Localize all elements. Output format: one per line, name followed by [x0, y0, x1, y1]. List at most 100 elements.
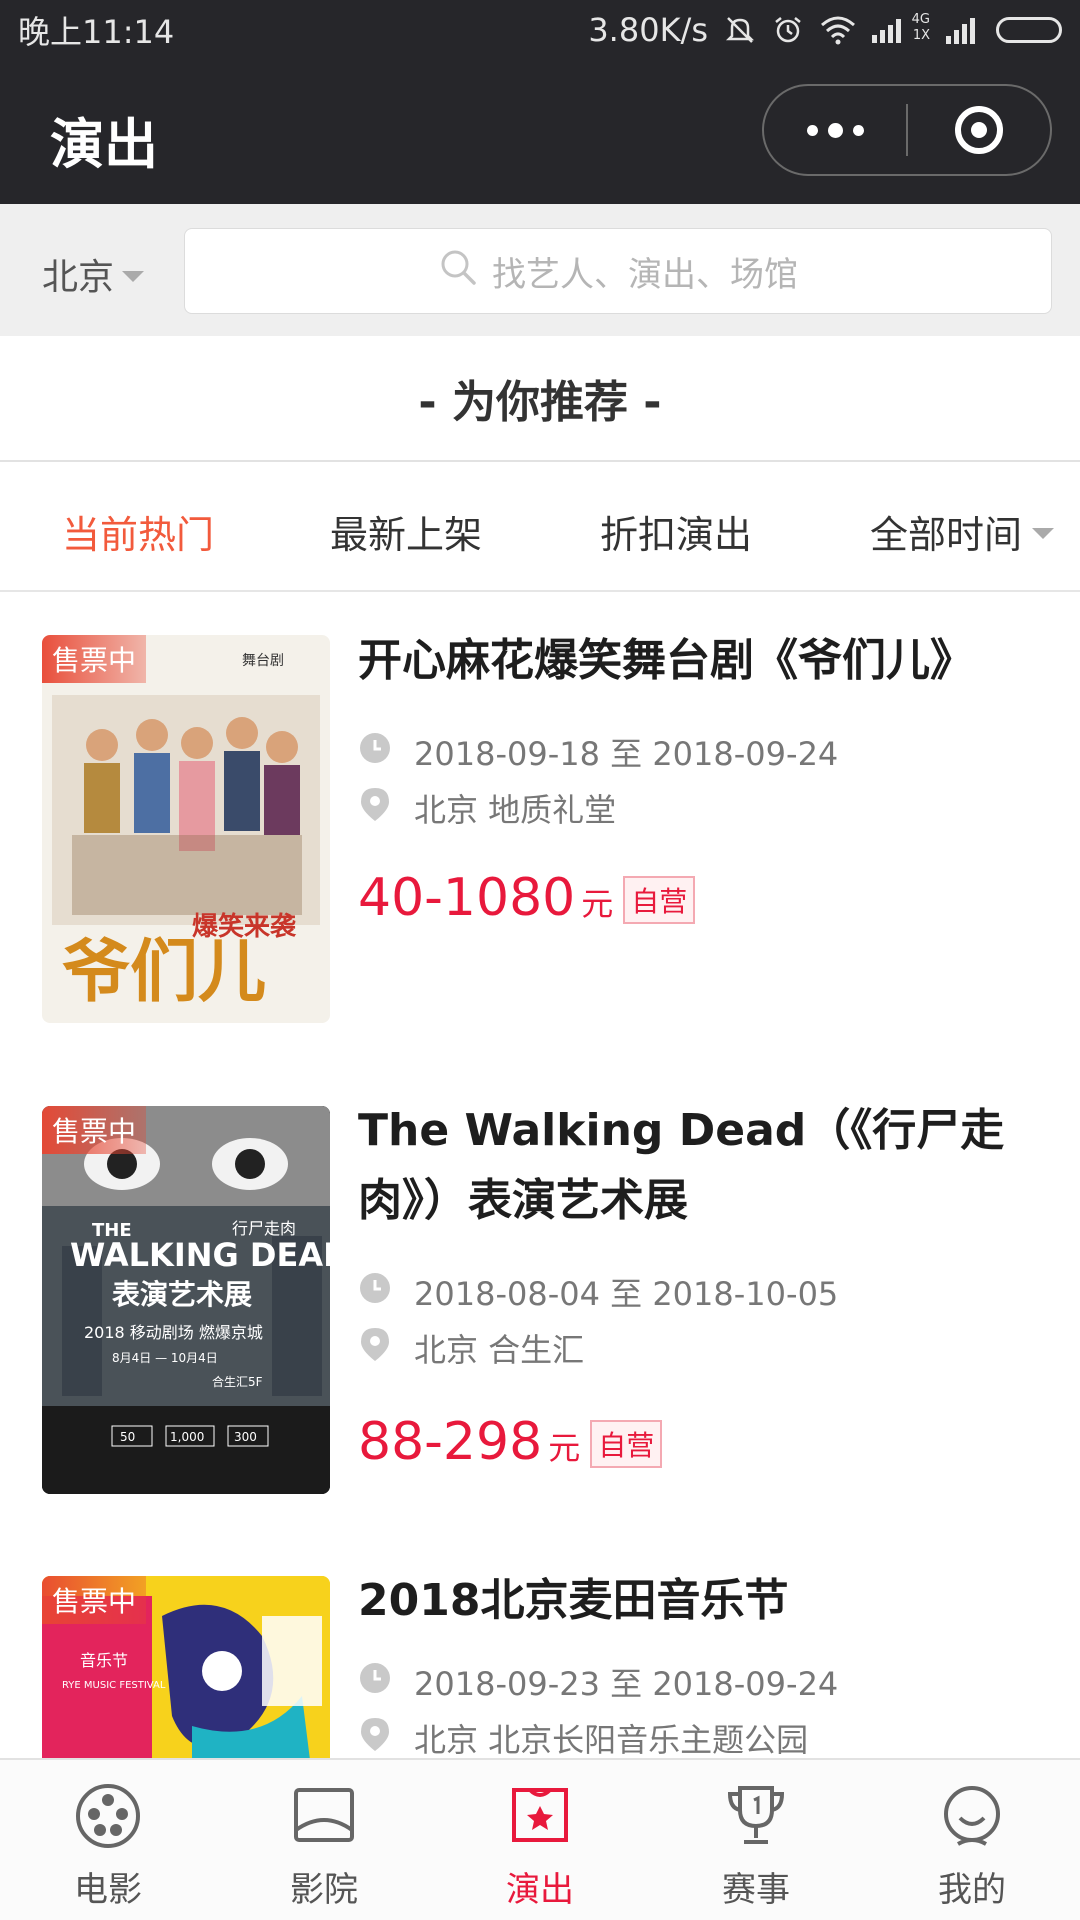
network-label-top: 4G: [911, 12, 930, 27]
event-venue-row: 北京 合生汇: [358, 1320, 1038, 1376]
event-price: 40-1080 元 自营: [358, 868, 696, 928]
location-pin-icon: [358, 1716, 392, 1758]
search-row: 北京 找艺人、演出、场馆: [0, 204, 1080, 336]
tab-movies[interactable]: 电影: [0, 1760, 216, 1920]
status-bar: 晚上11:14 3.80K/s 4G 1X: [0, 0, 1080, 60]
film-reel-icon: [72, 1780, 144, 1856]
tab-label: 电影: [74, 1870, 142, 1910]
poster-2-price-c: 300: [234, 1430, 257, 1444]
close-program-button[interactable]: [908, 86, 1050, 174]
poster-1-corner: 舞台剧: [242, 653, 284, 669]
event-title: 2018北京麦田音乐节: [358, 1575, 789, 1626]
network-label-bottom: 1X: [912, 28, 930, 43]
trophy-icon: [720, 1780, 792, 1856]
bottom-tab-bar: 电影 影院 演出 赛事 我的: [0, 1758, 1080, 1920]
event-card[interactable]: THE 行尸走肉 WALKING DEAD 表演艺术展 2018 移动剧场 燃爆…: [0, 1062, 1080, 1532]
tab-all-time-label: 全部时间: [870, 513, 1023, 557]
bell-off-icon: [724, 14, 756, 46]
tab-label: 演出: [506, 1870, 574, 1910]
search-icon: [438, 247, 478, 296]
self-operated-tag: 自营: [590, 1420, 663, 1468]
more-dots-icon: [806, 122, 864, 138]
tab-cinemas[interactable]: 影院: [216, 1760, 432, 1920]
poster-3-en: RYE MUSIC FESTIVAL: [62, 1680, 166, 1691]
event-venue: 北京 地质礼堂: [414, 791, 617, 829]
chevron-down-icon: [122, 270, 145, 282]
city-selector[interactable]: 北京: [42, 248, 145, 300]
event-poster: 爆笑来袭 爷们儿 舞台剧 售票中: [42, 635, 330, 1023]
event-meta: 2018-08-04 至 2018-10-05 北京 合生汇: [358, 1264, 1038, 1376]
price-unit: 元: [581, 885, 614, 923]
event-card[interactable]: 音乐节 RYE MUSIC FESTIVAL 售票中 2018北京麦田音乐节 2…: [0, 1532, 1080, 1758]
tab-hot[interactable]: 当前热门: [62, 504, 214, 559]
status-time: 晚上11:14: [18, 13, 175, 51]
mini-program-capsule: [762, 84, 1052, 176]
clock-icon: [358, 1271, 392, 1313]
tab-all-time[interactable]: 全部时间: [870, 504, 1055, 559]
event-card[interactable]: 爆笑来袭 爷们儿 舞台剧 售票中 开心麻花爆笑舞台剧《爷们儿》 2018-09-…: [0, 592, 1080, 1062]
signal-icon: [946, 16, 980, 44]
wifi-icon: [820, 15, 856, 45]
poster-2-price-b: 1,000: [170, 1430, 204, 1444]
poster-2-line: 2018 移动剧场 燃爆京城: [84, 1323, 263, 1342]
event-dates: 2018-09-18 至 2018-09-24: [414, 735, 839, 773]
poster-2-cn: 表演艺术展: [112, 1278, 252, 1311]
event-date-row: 2018-09-18 至 2018-09-24: [358, 724, 1038, 780]
clock-icon: [358, 731, 392, 773]
event-info: 2018北京麦田音乐节: [358, 1566, 1038, 1636]
page-title: 演出: [50, 113, 158, 176]
clock-icon: [358, 1661, 392, 1703]
poster-2-venue: 合生汇5F: [212, 1374, 263, 1389]
event-date-row: 2018-09-23 至 2018-09-24: [358, 1654, 1038, 1710]
title-bar: 演出: [0, 60, 1080, 204]
profile-face-icon: [936, 1780, 1008, 1856]
event-venue: 北京 北京长阳音乐主题公园: [414, 1721, 809, 1758]
price-range: 40-1080: [358, 868, 576, 928]
event-meta: 2018-09-18 至 2018-09-24 北京 地质礼堂: [358, 724, 1038, 836]
tab-label: 赛事: [722, 1870, 790, 1910]
event-date-row: 2018-08-04 至 2018-10-05: [358, 1264, 1038, 1320]
event-price: 88-298 元 自营: [358, 1412, 663, 1472]
poster-3-cn: 音乐节: [80, 1651, 128, 1670]
event-meta: 2018-09-23 至 2018-09-24 北京 北京长阳音乐主题公园: [358, 1654, 1038, 1758]
alarm-icon: [772, 14, 804, 46]
poster-1-art: 爆笑来袭 爷们儿 舞台剧: [42, 635, 330, 1023]
tab-discount[interactable]: 折扣演出: [600, 504, 752, 559]
price-unit: 元: [548, 1429, 581, 1467]
event-venue-row: 北京 北京长阳音乐主题公园: [358, 1710, 1038, 1758]
ticket-star-icon: [504, 1780, 576, 1856]
filter-tabs: 当前热门 最新上架 折扣演出 全部时间: [0, 462, 1080, 590]
tab-label: 影院: [290, 1870, 358, 1910]
event-title-line1: The Walking Dead（《行尸走: [358, 1105, 1005, 1156]
chevron-down-icon: [1032, 528, 1055, 539]
cinema-screen-icon: [288, 1780, 360, 1856]
poster-2-price-a: 50: [120, 1430, 135, 1444]
event-info: 开心麻花爆笑舞台剧《爷们儿》: [358, 626, 1038, 696]
status-badge: 售票中: [42, 635, 147, 683]
tab-profile[interactable]: 我的: [864, 1760, 1080, 1920]
event-title-line2: 肉》）表演艺术展: [358, 1175, 688, 1226]
event-list: 爆笑来袭 爷们儿 舞台剧 售票中 开心麻花爆笑舞台剧《爷们儿》 2018-09-…: [0, 592, 1080, 1758]
net-speed: 3.80K/s: [588, 11, 708, 49]
tab-newest[interactable]: 最新上架: [330, 504, 482, 559]
city-label: 北京: [42, 257, 115, 298]
location-pin-icon: [358, 786, 392, 830]
event-venue-row: 北京 地质礼堂: [358, 780, 1038, 836]
event-dates: 2018-08-04 至 2018-10-05: [414, 1275, 839, 1313]
status-icons: 3.80K/s 4G 1X: [588, 11, 1062, 49]
search-input[interactable]: 找艺人、演出、场馆: [184, 228, 1052, 314]
poster-1-title: 爷们儿: [62, 932, 266, 1012]
price-range: 88-298: [358, 1412, 543, 1472]
poster-2-art: THE 行尸走肉 WALKING DEAD 表演艺术展 2018 移动剧场 燃爆…: [42, 1106, 330, 1494]
battery-icon: [996, 17, 1062, 43]
more-button[interactable]: [764, 86, 906, 174]
search-placeholder: 找艺人、演出、场馆: [492, 254, 798, 295]
recommend-heading: - 为你推荐 -: [418, 377, 662, 428]
event-info: The Walking Dead（《行尸走 肉》）表演艺术展: [358, 1096, 1038, 1236]
status-badge: 售票中: [42, 1106, 147, 1154]
tab-shows[interactable]: 演出: [432, 1760, 648, 1920]
signal-4g-icon: 4G 1X: [872, 12, 930, 45]
tab-events[interactable]: 赛事: [648, 1760, 864, 1920]
self-operated-tag: 自营: [623, 876, 696, 924]
event-venue: 北京 合生汇: [414, 1331, 585, 1369]
